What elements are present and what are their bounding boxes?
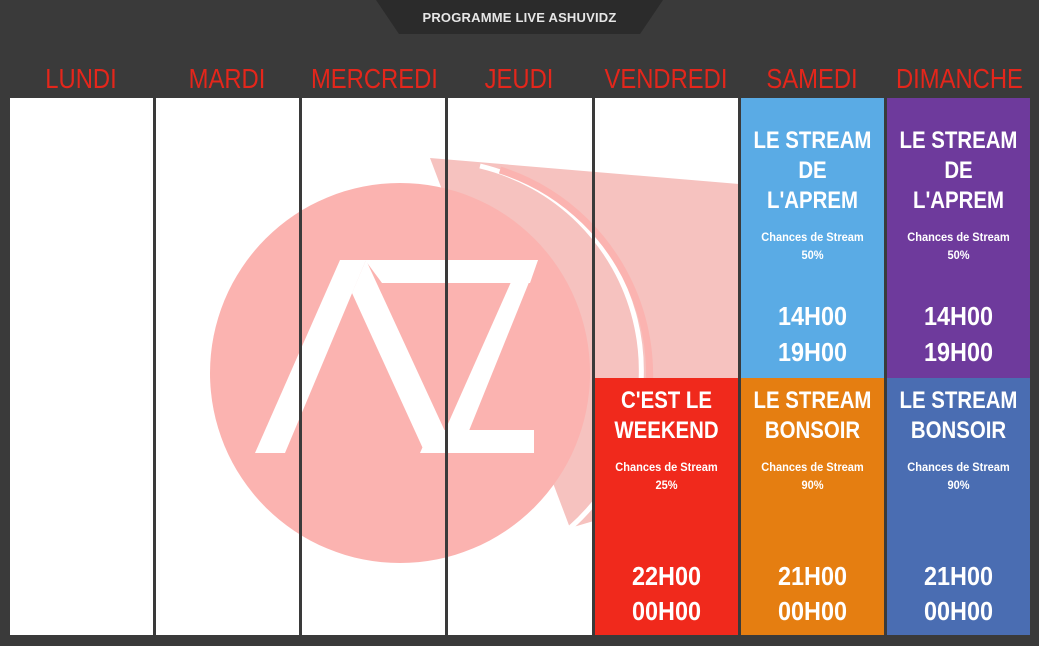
end-time: 00H00 [924, 596, 993, 626]
schedule-board: LE STREAM DE L'APREM Chances de Stream 50… [10, 98, 1030, 635]
chance-label: Chances de Stream [907, 230, 1010, 244]
column-divider [153, 98, 156, 635]
stream-block-samedi-bonsoir: LE STREAM BONSOIR Chances de Stream 90% 2… [741, 378, 884, 635]
stream-block-dimanche-bonsoir: LE STREAM BONSOIR Chances de Stream 90% 2… [887, 378, 1030, 635]
end-time: 00H00 [778, 596, 847, 626]
logo-letter-z-top [365, 260, 538, 283]
day-label-lundi: LUNDI [45, 63, 117, 94]
stream-block-samedi-aprem: LE STREAM DE L'APREM Chances de Stream 50… [741, 98, 884, 378]
block-title: LE STREAM BONSOIR [753, 387, 872, 444]
day-label-dimanche: DIMANCHE [895, 63, 1023, 94]
block-title: LE STREAM DE L'APREM [753, 127, 872, 214]
stream-block-vendredi-weekend: C'EST LE WEEKEND Chances de Stream 25% 22… [595, 378, 738, 635]
page-title: PROGRAMME LIVE ASHUVIDZ [376, 0, 663, 34]
column-divider [445, 98, 448, 635]
start-time: 21H00 [924, 561, 993, 591]
start-time: 14H00 [924, 301, 993, 331]
day-label-mercredi: MERCREDI [310, 63, 438, 94]
start-time: 21H00 [778, 561, 847, 591]
day-label-jeudi: JEUDI [484, 63, 554, 94]
day-label-mardi: MARDI [188, 63, 266, 94]
chance-label: Chances de Stream [761, 460, 864, 474]
end-time: 00H00 [632, 596, 701, 626]
day-label-samedi: SAMEDI [766, 63, 858, 94]
chance-label: Chances de Stream [907, 460, 1010, 474]
chance-percent: 90% [801, 478, 824, 492]
block-title: LE STREAM BONSOIR [899, 387, 1018, 444]
block-title: C'EST LE WEEKEND [614, 387, 719, 444]
start-time: 14H00 [778, 301, 847, 331]
chance-percent: 90% [947, 478, 970, 492]
day-label-vendredi: VENDREDI [604, 63, 728, 94]
start-time: 22H00 [632, 561, 701, 591]
chance-label: Chances de Stream [615, 460, 718, 474]
chance-percent: 50% [801, 248, 824, 262]
chance-label: Chances de Stream [761, 230, 864, 244]
column-divider [299, 98, 302, 635]
block-title: LE STREAM DE L'APREM [899, 127, 1018, 214]
chance-percent: 25% [655, 478, 678, 492]
stream-block-dimanche-aprem: LE STREAM DE L'APREM Chances de Stream 50… [887, 98, 1030, 378]
chance-percent: 50% [947, 248, 970, 262]
logo-letter-z-bottom [420, 430, 534, 453]
end-time: 19H00 [924, 337, 993, 367]
end-time: 19H00 [778, 337, 847, 367]
